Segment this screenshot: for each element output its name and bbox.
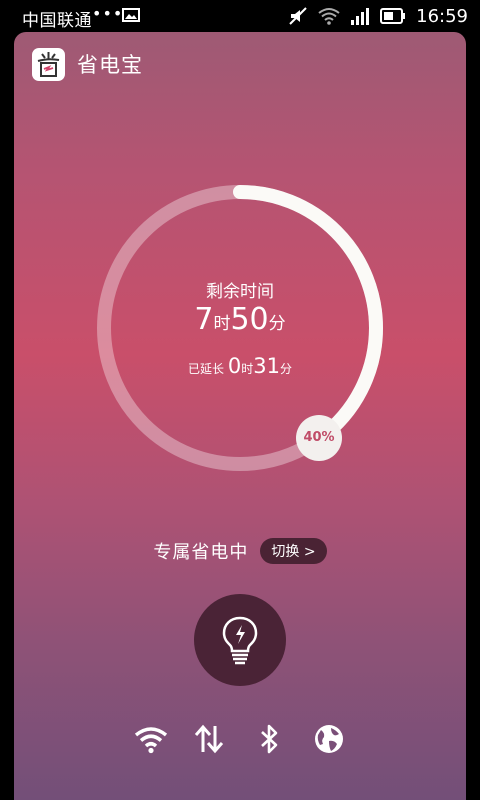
switch-mode-button[interactable]: 切换 > [260, 538, 327, 564]
status-bar: 中国联通 ••• 16:59 [0, 0, 480, 32]
mobile-data-icon[interactable] [192, 722, 226, 756]
wifi-signal-icon [318, 8, 340, 25]
clock: 16:59 [416, 5, 468, 27]
wifi-icon[interactable] [134, 722, 168, 756]
extended-minute-unit: 分 [279, 362, 292, 376]
extended-hours: 0 [227, 354, 242, 378]
extended-label: 已延长 [188, 362, 225, 376]
remaining-hours: 7 [194, 302, 214, 337]
remaining-time-label: 剩余时间 [206, 282, 274, 302]
hour-unit: 时 [213, 314, 231, 334]
power-mode-label: 专属省电中 [153, 542, 249, 563]
battery-readout: 剩余时间 7时50分 已延长 0时31分 [94, 182, 386, 474]
notification-dots: ••• [92, 4, 124, 23]
remaining-time-value: 7时50分 [94, 302, 386, 337]
battery-icon [380, 8, 406, 24]
bluetooth-icon[interactable] [252, 722, 286, 756]
app-screen: 省电宝 剩余时间 7时50分 已延长 0时31分 40% 专属省电中 切换 > [14, 32, 466, 800]
power-save-button[interactable] [194, 594, 286, 686]
power-mode-row: 专属省电中 切换 > [14, 538, 466, 564]
mute-icon [289, 7, 307, 25]
battery-percent-badge: 40% [296, 415, 342, 461]
app-header: 省电宝 [32, 46, 143, 82]
app-logo-icon [32, 47, 65, 81]
cell-signal-icon [351, 8, 370, 25]
lightbulb-bolt-icon [222, 616, 258, 665]
extended-minutes: 31 [253, 354, 280, 378]
remaining-minutes: 50 [230, 302, 269, 337]
globe-icon[interactable] [312, 722, 346, 756]
carrier-name: 中国联通 [22, 11, 92, 31]
extended-hour-unit: 时 [241, 362, 254, 376]
minute-unit: 分 [268, 314, 286, 334]
image-notification-icon [122, 8, 140, 22]
app-title: 省电宝 [77, 53, 143, 77]
extended-time: 已延长 0时31分 [94, 354, 386, 378]
